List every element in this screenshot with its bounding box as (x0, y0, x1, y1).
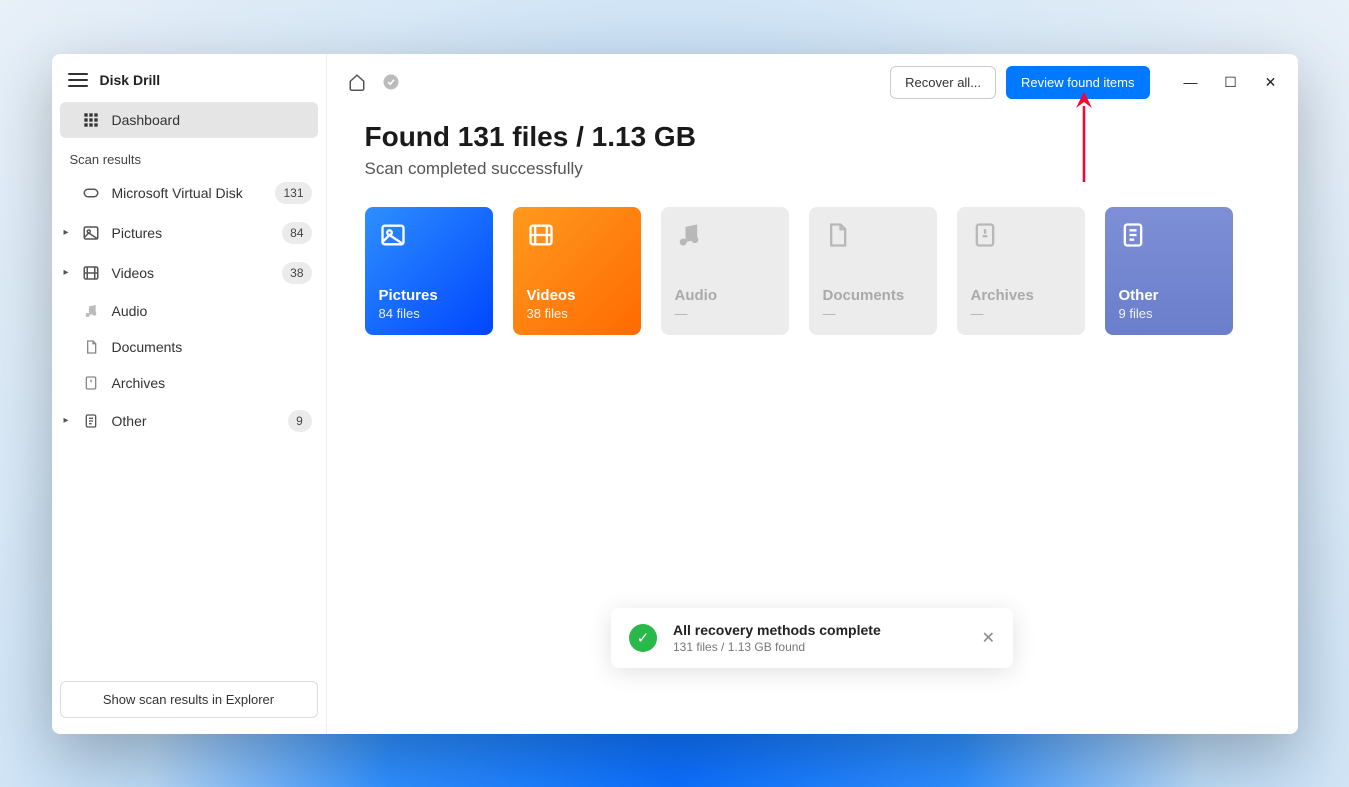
document-icon (82, 338, 100, 356)
card-documents: Documents — (809, 207, 937, 335)
show-in-explorer-button[interactable]: Show scan results in Explorer (60, 681, 318, 718)
sidebar-item-audio[interactable]: Audio (52, 293, 326, 329)
sidebar-item-archives[interactable]: Archives (52, 365, 326, 401)
count-badge: 9 (288, 410, 312, 432)
card-count: — (675, 306, 775, 321)
page-icon (1119, 221, 1219, 257)
chevron-right-icon: ▸ (64, 415, 69, 426)
sidebar-item-other[interactable]: ▸ Other 9 (52, 401, 326, 441)
page-title: Found 131 files / 1.13 GB (365, 121, 1260, 153)
image-icon (82, 224, 100, 242)
sidebar-item-label: Microsoft Virtual Disk (112, 185, 264, 201)
sidebar-footer: Show scan results in Explorer (52, 673, 326, 726)
count-badge: 131 (275, 182, 311, 204)
app-title: Disk Drill (100, 72, 161, 88)
chevron-right-icon: ▸ (64, 227, 69, 238)
sidebar-item-documents[interactable]: Documents (52, 329, 326, 365)
app-window: Disk Drill Dashboard Scan results Micros… (52, 54, 1298, 734)
card-count: — (823, 306, 923, 321)
maximize-icon[interactable]: ☐ (1222, 74, 1240, 91)
card-archives: Archives — (957, 207, 1085, 335)
card-name: Other (1119, 287, 1219, 304)
sidebar-header: Disk Drill (52, 62, 326, 102)
main-panel: Recover all... Review found items — ☐ ✕ … (327, 54, 1298, 734)
music-icon (675, 221, 775, 257)
sidebar-section-label: Scan results (52, 144, 326, 173)
sidebar-item-label: Other (112, 413, 276, 429)
page-subtitle: Scan completed successfully (365, 159, 1260, 179)
toast-subtitle: 131 files / 1.13 GB found (673, 640, 966, 654)
close-icon[interactable]: ✕ (982, 628, 995, 648)
toast-title: All recovery methods complete (673, 622, 966, 638)
card-videos[interactable]: Videos 38 files (513, 207, 641, 335)
film-icon (527, 221, 627, 257)
document-icon (823, 221, 923, 257)
sidebar-item-pictures[interactable]: ▸ Pictures 84 (52, 213, 326, 253)
card-name: Documents (823, 287, 923, 304)
sidebar-item-label: Videos (112, 265, 271, 281)
archive-icon (82, 374, 100, 392)
count-badge: 84 (282, 222, 311, 244)
sidebar-item-label: Archives (112, 375, 312, 391)
card-count: 84 files (379, 306, 479, 321)
content-area: Found 131 files / 1.13 GB Scan completed… (327, 111, 1298, 345)
review-found-items-button[interactable]: Review found items (1006, 66, 1149, 99)
category-cards: Pictures 84 files Videos 38 files Audio … (365, 207, 1260, 335)
music-icon (82, 302, 100, 320)
check-badge-icon[interactable] (379, 70, 403, 94)
sidebar-item-videos[interactable]: ▸ Videos 38 (52, 253, 326, 293)
card-audio: Audio — (661, 207, 789, 335)
grid-icon (82, 111, 100, 129)
archive-icon (971, 221, 1071, 257)
hamburger-icon[interactable] (68, 73, 88, 87)
card-count: — (971, 306, 1071, 321)
disk-icon (82, 184, 100, 202)
card-name: Videos (527, 287, 627, 304)
card-name: Audio (675, 287, 775, 304)
minimize-icon[interactable]: — (1182, 74, 1200, 91)
home-icon[interactable] (345, 70, 369, 94)
sidebar-item-label: Pictures (112, 225, 271, 241)
film-icon (82, 264, 100, 282)
sidebar-item-label: Dashboard (112, 112, 304, 128)
sidebar-item-label: Documents (112, 339, 312, 355)
sidebar: Disk Drill Dashboard Scan results Micros… (52, 54, 327, 734)
window-controls: — ☐ ✕ (1182, 74, 1280, 91)
card-name: Archives (971, 287, 1071, 304)
recover-all-button[interactable]: Recover all... (890, 66, 996, 99)
sidebar-item-disk[interactable]: Microsoft Virtual Disk 131 (52, 173, 326, 213)
image-icon (379, 221, 479, 257)
card-other[interactable]: Other 9 files (1105, 207, 1233, 335)
topbar: Recover all... Review found items — ☐ ✕ (327, 54, 1298, 111)
checkmark-icon: ✓ (629, 624, 657, 652)
chevron-right-icon: ▸ (64, 267, 69, 278)
sidebar-item-label: Audio (112, 303, 312, 319)
card-pictures[interactable]: Pictures 84 files (365, 207, 493, 335)
card-name: Pictures (379, 287, 479, 304)
page-icon (82, 412, 100, 430)
close-icon[interactable]: ✕ (1262, 74, 1280, 91)
status-toast: ✓ All recovery methods complete 131 file… (611, 608, 1013, 668)
card-count: 9 files (1119, 306, 1219, 321)
count-badge: 38 (282, 262, 311, 284)
sidebar-item-dashboard[interactable]: Dashboard (60, 102, 318, 138)
card-count: 38 files (527, 306, 627, 321)
